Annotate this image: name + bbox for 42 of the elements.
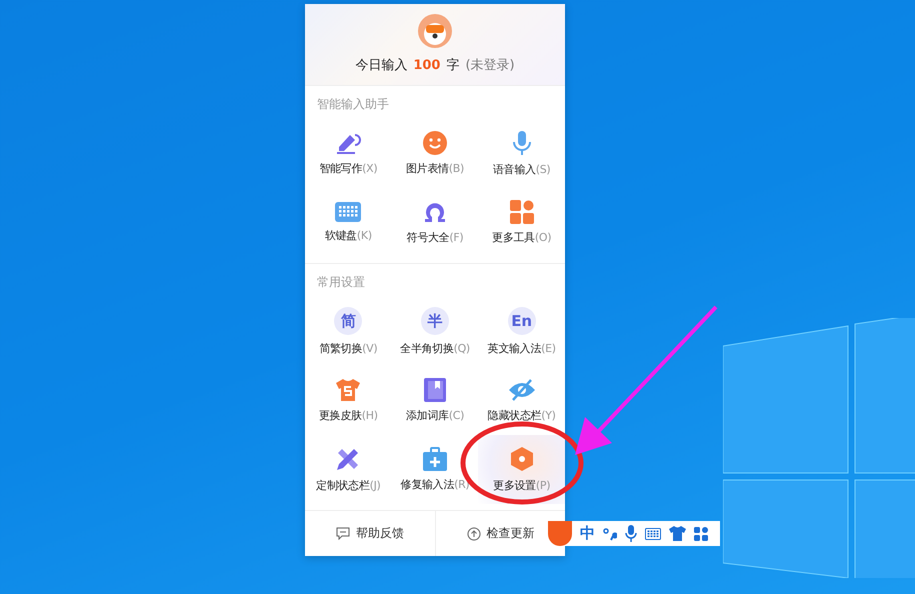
glyph-icon: En	[508, 307, 536, 335]
tiles-icon	[510, 200, 534, 224]
menu-item[interactable]: 符号大全(F)	[392, 188, 478, 257]
footer-button[interactable]: 帮助反馈	[305, 511, 435, 556]
menu-item[interactable]: 软键盘(K)	[305, 188, 392, 257]
mascot-avatar-icon	[418, 14, 452, 48]
menu-item[interactable]: 半 全半角切换(Q)	[392, 297, 478, 366]
menu-item[interactable]: 简 简繁切换(V)	[305, 297, 392, 366]
footer-button[interactable]: 检查更新	[435, 511, 565, 556]
grid-icon[interactable]	[694, 526, 708, 540]
section-title: 智能输入助手	[316, 96, 390, 113]
keyboard-icon	[335, 202, 362, 222]
book-icon	[424, 378, 446, 402]
hexagon-icon	[510, 446, 534, 472]
menu-item[interactable]: 智能写作(X)	[305, 119, 392, 188]
smiley-icon	[422, 131, 447, 155]
glyph-icon: 半	[420, 307, 449, 335]
menu-item[interactable]: 更换皮肤(H)	[305, 366, 392, 435]
keyboard-icon[interactable]	[645, 528, 661, 540]
menu-item[interactable]: En 英文输入法(E)	[478, 297, 565, 366]
menu-item[interactable]: 更多设置(P)	[478, 435, 565, 504]
chinese-mode-button[interactable]: 中	[580, 524, 595, 543]
hidden-eye-icon	[508, 378, 536, 402]
menu-item[interactable]: 隐藏状态栏(Y)	[478, 366, 565, 435]
pen-icon	[335, 131, 362, 155]
microphone-icon	[512, 130, 532, 156]
first-aid-kit-icon	[422, 447, 447, 471]
shirt-icon	[335, 378, 362, 402]
menu-item[interactable]: 添加词库(C)	[392, 366, 478, 435]
glyph-icon: 简	[334, 307, 362, 335]
menu-item[interactable]: 图片表情(B)	[392, 119, 478, 188]
chat-icon	[336, 527, 350, 540]
menu-item[interactable]: 定制状态栏(J)	[305, 435, 392, 504]
menu-item[interactable]: 语音输入(S)	[478, 119, 565, 188]
menu-item[interactable]: 更多工具(O)	[478, 188, 565, 257]
microphone-icon[interactable]	[625, 525, 637, 542]
upload-icon	[466, 526, 480, 540]
section-title: 常用设置	[316, 274, 366, 291]
logo-icon	[548, 521, 572, 546]
today-input-count: 今日输入 100 字 (未登录)	[355, 57, 515, 74]
shirt-icon[interactable]	[669, 526, 686, 541]
punctuation-icon[interactable]	[603, 526, 617, 540]
